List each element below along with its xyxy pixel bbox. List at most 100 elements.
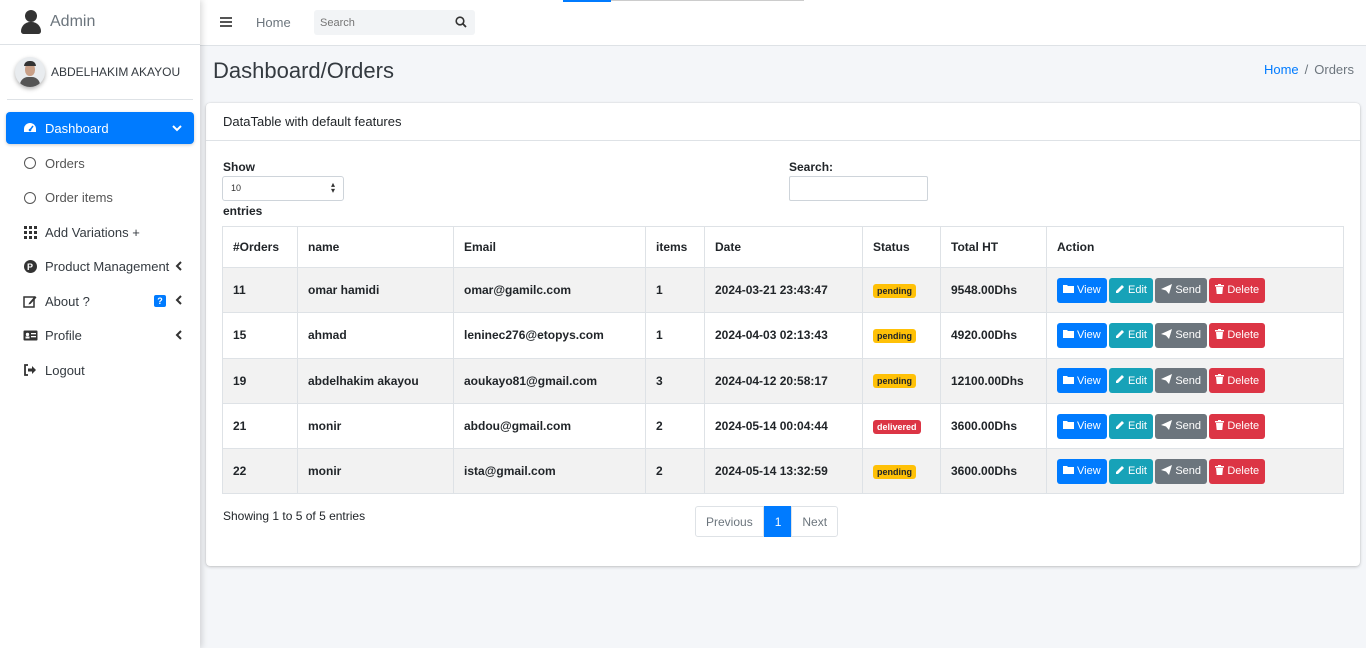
sidebar-item-label: Orders: [45, 155, 85, 171]
edit-button[interactable]: Edit: [1109, 277, 1153, 303]
nav-home-link[interactable]: Home: [256, 15, 291, 30]
trash-icon: [1215, 283, 1227, 297]
edit-button[interactable]: Edit: [1109, 322, 1153, 348]
name-cell: ahmad: [297, 312, 454, 359]
delete-button-label: Delete: [1227, 374, 1260, 387]
column-header[interactable]: items: [645, 226, 705, 268]
send-button[interactable]: Send: [1155, 322, 1208, 348]
view-button[interactable]: View: [1057, 322, 1107, 348]
total-cell: 9548.00Dhs: [940, 266, 1047, 314]
view-button[interactable]: View: [1057, 413, 1107, 439]
status-badge: pending: [873, 283, 916, 298]
pagination-page-1[interactable]: 1: [763, 506, 793, 537]
items-cell: 2: [645, 448, 705, 495]
email-cell: abdou@gmail.com: [453, 402, 646, 450]
pagination-next[interactable]: Next: [791, 506, 839, 537]
table-row: 22 monir ista@gmail.com 2 2024-05-14 13:32:5…: [222, 448, 1344, 495]
search-icon[interactable]: [455, 16, 467, 28]
order-id-cell: 22: [222, 448, 298, 495]
folder-icon: [1063, 465, 1077, 477]
column-header[interactable]: name: [297, 226, 454, 268]
delete-button-label: Delete: [1227, 329, 1260, 342]
orders-table: #Orders name Email items Date Status Tot…: [222, 226, 1344, 495]
sidebar-item-dashboard[interactable]: Dashboard: [6, 112, 194, 144]
sidebar-item-order-items[interactable]: Order items: [6, 181, 194, 216]
column-header[interactable]: #Orders: [222, 226, 298, 268]
sidebar-item-add-variations[interactable]: Add Variations +: [6, 215, 194, 250]
delete-button[interactable]: Delete: [1209, 322, 1266, 348]
brand-text: Admin: [50, 13, 96, 30]
paper-plane-icon: [1161, 374, 1175, 387]
edit-button-label: Edit: [1128, 284, 1147, 297]
send-button-label: Send: [1175, 284, 1202, 297]
send-button[interactable]: Send: [1155, 368, 1208, 394]
view-button[interactable]: View: [1057, 458, 1107, 484]
edit-button-label: Edit: [1128, 420, 1147, 433]
delete-button[interactable]: Delete: [1209, 413, 1266, 439]
delete-button-label: Delete: [1227, 465, 1260, 478]
total-cell: 3600.00Dhs: [940, 402, 1047, 450]
delete-button[interactable]: Delete: [1209, 458, 1266, 484]
send-button-label: Send: [1175, 420, 1202, 433]
sidebar-item-orders[interactable]: Orders: [6, 146, 194, 181]
actions-cell: View Edit Send Delete: [1046, 357, 1344, 404]
edit-button-label: Edit: [1128, 329, 1147, 342]
sidebar-item-label: Dashboard: [45, 120, 109, 136]
date-cell: 2024-04-12 20:58:17: [704, 357, 863, 404]
menu-toggle-icon[interactable]: [220, 17, 232, 27]
status-badge: pending: [873, 328, 916, 343]
name-cell: abdelhakim akayou: [297, 357, 454, 404]
column-header[interactable]: Action: [1046, 226, 1344, 268]
column-header[interactable]: Email: [453, 226, 646, 268]
user-name[interactable]: ABDELHAKIM AKAYOU: [51, 65, 180, 79]
pagination-previous[interactable]: Previous: [695, 506, 764, 537]
status-badge: pending: [873, 374, 916, 389]
user-panel[interactable]: ABDELHAKIM AKAYOU: [7, 45, 193, 100]
sidebar-item-logout[interactable]: Logout: [6, 353, 194, 388]
delete-button[interactable]: Delete: [1209, 368, 1266, 394]
delete-button[interactable]: Delete: [1209, 277, 1266, 303]
sidebar-item-label: Add Variations +: [45, 224, 140, 240]
send-button-label: Send: [1175, 465, 1202, 478]
view-button-label: View: [1077, 329, 1101, 342]
edit-button[interactable]: Edit: [1109, 368, 1153, 394]
pagination: Previous 1 Next: [695, 506, 839, 537]
breadcrumb-home-link[interactable]: Home: [1264, 62, 1299, 77]
search-input[interactable]: [314, 10, 444, 35]
status-cell: pending: [862, 357, 941, 404]
edit-button[interactable]: Edit: [1109, 413, 1153, 439]
items-cell: 3: [645, 357, 705, 404]
paper-plane-icon: [1161, 328, 1175, 342]
view-button[interactable]: View: [1057, 368, 1107, 394]
breadcrumb-current: Orders: [1314, 62, 1354, 77]
send-button[interactable]: Send: [1155, 458, 1208, 484]
sidebar-item-label: Product Management: [45, 259, 170, 275]
orders-card: DataTable with default features Show 10 …: [206, 103, 1360, 566]
total-cell: 3600.00Dhs: [940, 448, 1047, 495]
select-arrows-icon: ▴ ▾: [330, 180, 335, 195]
view-button-label: View: [1077, 374, 1101, 387]
nav-active-indicator: [563, 0, 611, 2]
send-button[interactable]: Send: [1155, 277, 1208, 303]
column-header[interactable]: Date: [704, 226, 863, 268]
top-navbar: Home: [200, 0, 1366, 46]
edit-button[interactable]: Edit: [1109, 458, 1153, 484]
sidebar-item-about[interactable]: About ? ?: [6, 284, 194, 319]
id-card-icon: [22, 330, 38, 341]
sidebar-item-product-management[interactable]: P Product Management: [6, 250, 194, 285]
items-cell: 1: [645, 312, 705, 359]
view-button[interactable]: View: [1057, 277, 1107, 303]
sidebar: Admin ABDELHAKIM AKAYOU Dashboard Orders…: [0, 0, 200, 648]
sidebar-item-profile[interactable]: Profile: [6, 319, 194, 354]
send-button-label: Send: [1175, 329, 1202, 342]
entries-select[interactable]: 10 ▴ ▾: [222, 176, 344, 201]
name-cell: omar hamidi: [297, 266, 454, 314]
send-button[interactable]: Send: [1155, 413, 1208, 439]
table-search-input[interactable]: [789, 176, 928, 201]
brand-link[interactable]: Admin: [0, 0, 200, 45]
column-header[interactable]: Total HT: [940, 226, 1047, 268]
sidebar-nav: Dashboard Orders Order items Add Variati…: [0, 100, 200, 388]
trash-icon: [1215, 374, 1227, 387]
column-header[interactable]: Status: [862, 226, 941, 268]
actions-cell: View Edit Send Delete: [1046, 448, 1344, 495]
